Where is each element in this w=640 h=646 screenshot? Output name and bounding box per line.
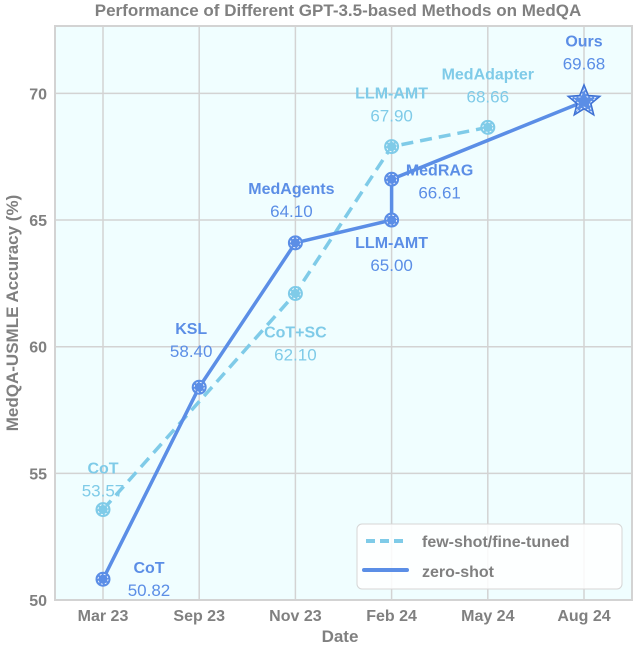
annotation-value: 62.10 — [274, 345, 317, 364]
y-tick-label: 65 — [29, 213, 47, 230]
plot-background — [55, 26, 632, 600]
annotation-name: MedAgents — [248, 181, 334, 198]
legend-few-shot-label: few-shot/fine-tuned — [422, 534, 570, 551]
annotation-value: 64.10 — [270, 202, 313, 221]
x-tick-label: Aug 24 — [557, 608, 610, 625]
chart: Performance of Different GPT-3.5-based M… — [3, 1, 633, 646]
x-tick-label: Nov 23 — [269, 608, 322, 625]
annotation-value: 67.90 — [370, 107, 413, 126]
x-tick-label: May 24 — [461, 608, 514, 625]
annotation-name: MedRAG — [406, 162, 474, 179]
legend: few-shot/fine-tuned zero-shot — [356, 523, 623, 590]
y-tick-label: 70 — [29, 86, 47, 103]
y-tick-label: 60 — [29, 340, 47, 357]
x-tick-label: Feb 24 — [366, 608, 417, 625]
x-tick-label: Sep 23 — [173, 608, 225, 625]
y-tick-label: 55 — [29, 466, 47, 483]
legend-zero-shot-label: zero-shot — [422, 564, 495, 581]
annotation-name: CoT+SC — [264, 324, 327, 341]
annotation-name: CoT — [133, 560, 164, 577]
x-axis-label: Date — [322, 627, 359, 646]
annotation-value: 50.82 — [128, 581, 171, 600]
y-axis-label: MedQA-USMLE Accuracy (%) — [3, 195, 22, 431]
annotation-name: LLM-AMT — [355, 86, 428, 103]
annotation-value: 69.68 — [563, 54, 606, 73]
annotation-value: 66.61 — [418, 183, 461, 202]
annotation-name: LLM-AMT — [355, 235, 428, 252]
chart-title: Performance of Different GPT-3.5-based M… — [95, 1, 581, 20]
annotation-name: Ours — [565, 33, 602, 50]
annotation-value: 58.40 — [170, 342, 213, 361]
x-tick-label: Mar 23 — [78, 608, 129, 625]
data-point — [384, 212, 400, 228]
y-tick-label: 50 — [29, 593, 47, 610]
annotation-value: 53.57 — [82, 482, 125, 501]
data-point — [384, 139, 400, 155]
annotation-value: 68.66 — [467, 87, 510, 106]
annotation-name: CoT — [87, 461, 118, 478]
annotation-value: 65.00 — [370, 256, 413, 275]
annotation-name: KSL — [175, 321, 207, 338]
annotation-name: MedAdapter — [442, 66, 534, 83]
